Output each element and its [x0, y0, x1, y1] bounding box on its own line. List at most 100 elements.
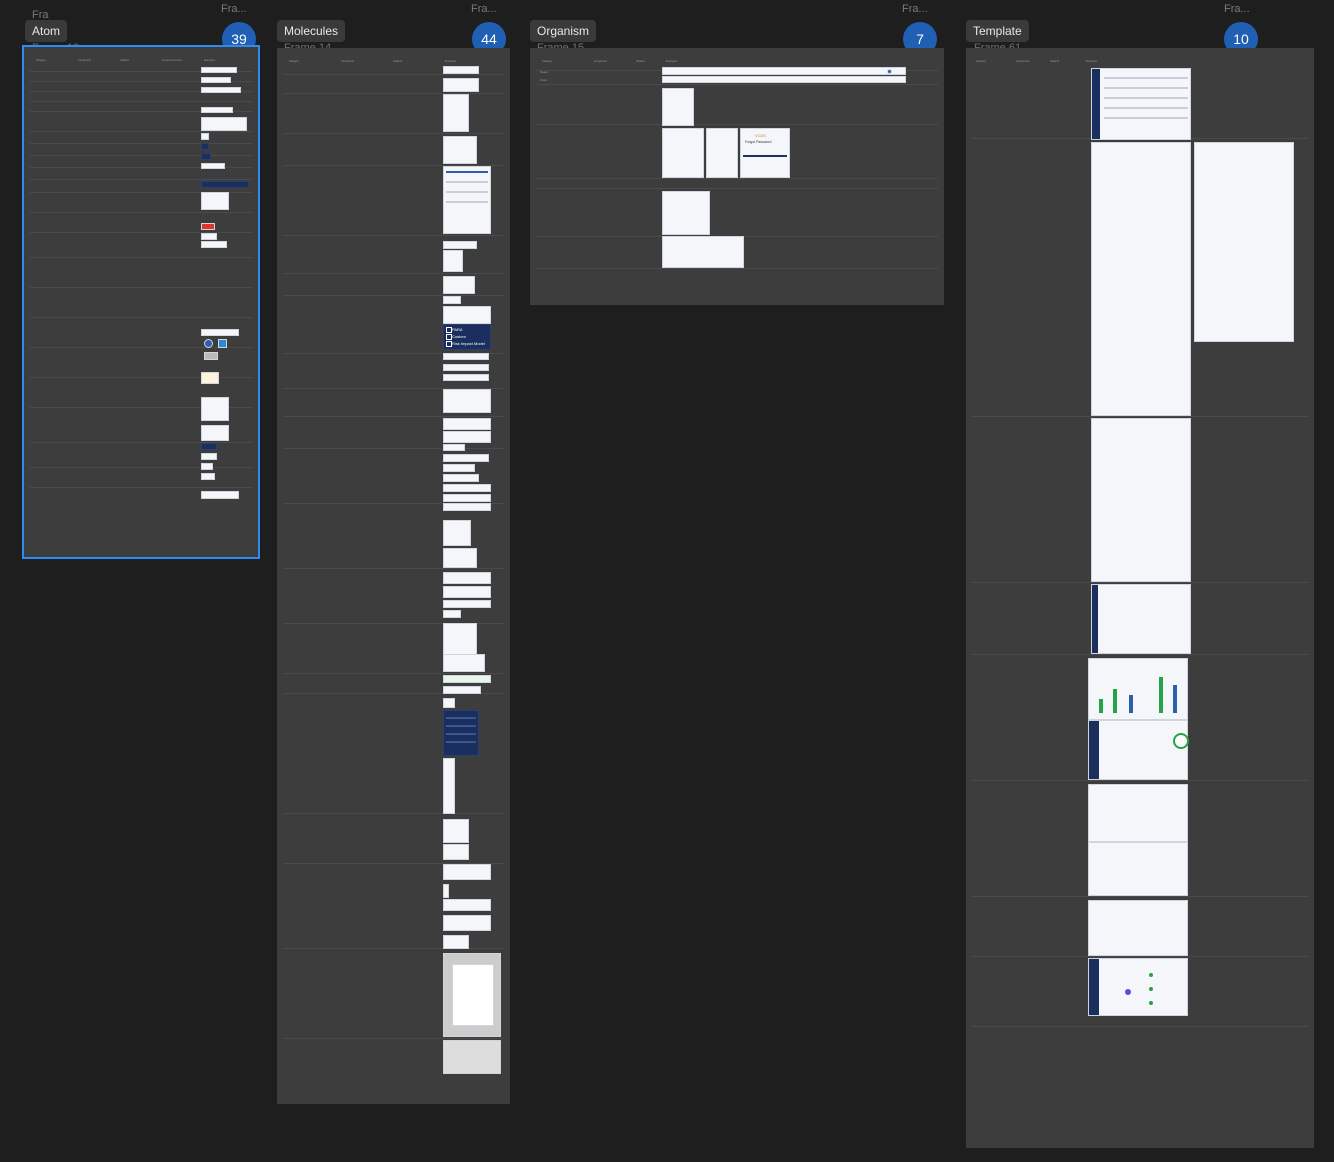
example-button [201, 463, 213, 470]
example-logo [443, 698, 455, 708]
table-row [30, 257, 252, 258]
example-button [201, 453, 217, 460]
example-textarea [201, 117, 247, 131]
table-row [536, 188, 938, 189]
example-field [443, 66, 479, 74]
table-row [283, 273, 504, 274]
example-field [443, 586, 491, 598]
example-forgot-password-card: VCAS Forgot Password [740, 128, 790, 178]
example-table [443, 166, 491, 234]
row-label-footer: Footer [540, 79, 548, 82]
atom-table-header: Category Component Variants Component Us… [32, 59, 250, 67]
col-variants: Variants [636, 60, 645, 63]
example-field [443, 915, 491, 931]
example-list [443, 136, 477, 164]
example-login-card [662, 128, 704, 178]
table-row [283, 813, 504, 814]
example-list-page [1091, 584, 1191, 654]
example-input [201, 87, 241, 93]
example-field [443, 464, 475, 472]
forgot-password-text: Forgot Password [745, 140, 772, 144]
example-login-card [662, 88, 694, 126]
table-row [283, 1038, 504, 1039]
atom-frame[interactable]: Category Component Variants Component Us… [22, 45, 260, 559]
example-dashboard-page [1091, 68, 1191, 140]
molecules-frame[interactable]: Category Component Variants Examples PAR… [277, 48, 510, 1104]
table-row [972, 780, 1308, 781]
example-field [443, 444, 465, 451]
example-illustration [201, 397, 229, 421]
table-row [283, 235, 504, 236]
table-row [972, 1026, 1308, 1027]
col-component: Component [1016, 60, 1029, 63]
table-row [30, 155, 252, 156]
organism-frame[interactable]: Category Component Variants Examples Hea… [530, 48, 944, 305]
example-form-page [1091, 142, 1191, 416]
example-chart-page [1088, 658, 1188, 720]
table-row [972, 896, 1308, 897]
table-row [283, 93, 504, 94]
example-kanban-page [1088, 842, 1188, 896]
example-field [443, 572, 491, 584]
example-field [443, 899, 491, 911]
col-examples: Examples [666, 60, 677, 63]
chip-template[interactable]: Template [966, 20, 1029, 42]
example-checkbox [201, 133, 209, 140]
example-field [443, 454, 489, 462]
example-field [443, 296, 461, 304]
example-detail-page [1091, 418, 1191, 582]
table-row [536, 178, 938, 179]
example-panel [443, 418, 491, 430]
example-chip [201, 223, 215, 230]
table-row [283, 133, 504, 134]
example-alert [443, 675, 491, 683]
col-component: Component [594, 60, 607, 63]
example-checkbox [201, 143, 209, 150]
example-field [443, 276, 475, 294]
example-input [201, 77, 231, 83]
row-label-header: Header [540, 71, 549, 74]
template-table-header: Category Component Variants Examples [974, 60, 1306, 68]
col-examples: Examples [204, 59, 215, 62]
example-field [443, 353, 489, 360]
chip-organism[interactable]: Organism [530, 20, 597, 42]
col-category: Category [289, 60, 300, 63]
example-input [201, 163, 225, 169]
chip-molecules[interactable]: Molecules [277, 20, 346, 42]
table-row [536, 268, 938, 269]
example-sidebar [443, 710, 479, 756]
example-panel [443, 389, 491, 413]
table-row [283, 948, 504, 949]
example-header-bar [662, 67, 906, 75]
example-page [443, 1040, 501, 1074]
example-checkbox-group: PARA Custom Risk Impact Model [443, 324, 491, 350]
example-input [201, 107, 233, 113]
example-dialog [662, 236, 744, 268]
col-variants: Variants [120, 59, 129, 62]
example-tags [443, 654, 485, 672]
chip-atom[interactable]: Atom [25, 20, 68, 42]
example-field [443, 374, 489, 381]
example-login-card [706, 128, 738, 178]
example-chart-page [1088, 720, 1189, 780]
example-chip [201, 233, 217, 240]
example-toggle [201, 153, 211, 160]
vcas-logo-text: VCAS [755, 133, 766, 138]
example-field [443, 364, 489, 371]
table-row [30, 232, 252, 233]
table-row [972, 956, 1308, 957]
table-row [30, 442, 252, 443]
example-illustration [662, 191, 710, 235]
col-variants: Variants [1050, 60, 1059, 63]
table-row [30, 131, 252, 132]
table-row [30, 487, 252, 488]
example-loader [201, 192, 229, 210]
table-row [972, 416, 1308, 417]
example-graph-page [1088, 958, 1188, 1016]
example-field [443, 600, 491, 608]
col-component-used: Component Used [162, 59, 182, 62]
example-field [443, 78, 479, 92]
template-frame[interactable]: Category Component Variants Examples [966, 48, 1314, 1148]
example-form-page [1194, 142, 1294, 342]
example-menu [443, 844, 469, 860]
